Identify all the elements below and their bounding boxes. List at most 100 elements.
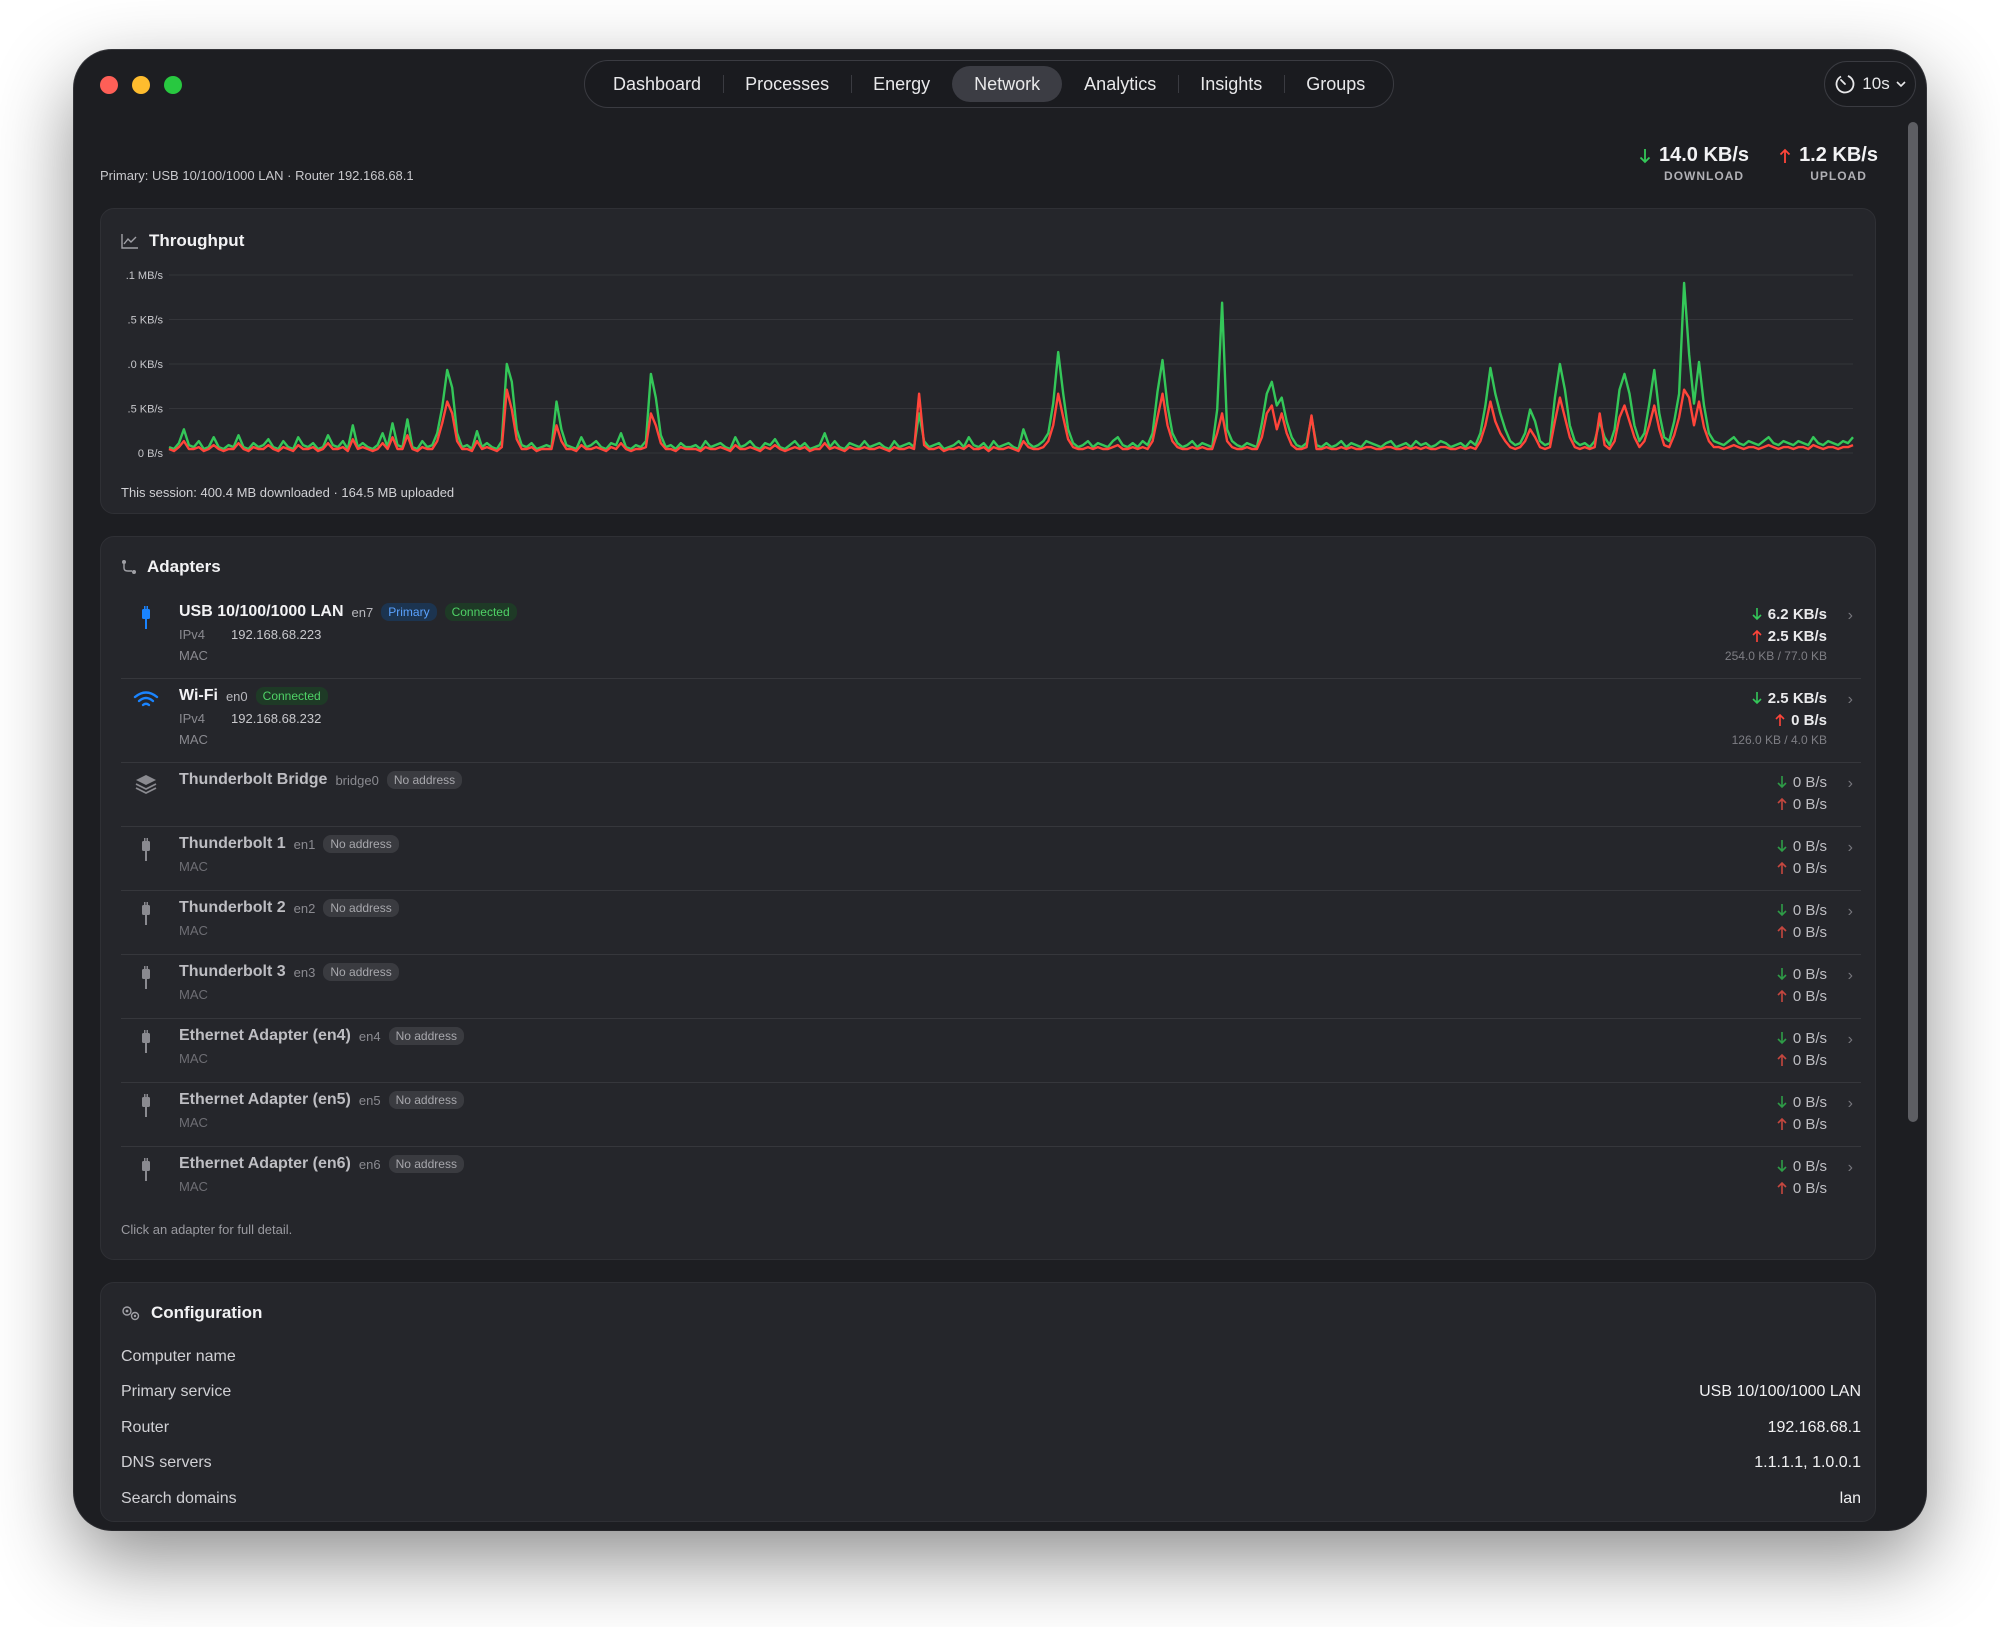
minimize-window-button[interactable] <box>132 76 150 94</box>
arrow-down-icon <box>1777 1160 1787 1173</box>
adapter-list: USB 10/100/1000 LAN en7 Primary Connected… <box>121 595 1861 1211</box>
chevron-right-icon[interactable]: › <box>1848 1159 1853 1177</box>
adapter-row[interactable]: USB 10/100/1000 LAN en7 Primary Connected… <box>121 595 1861 679</box>
arrow-up-icon <box>1777 1053 1787 1066</box>
config-row: Search domains lan <box>121 1481 1861 1517</box>
refresh-interval-button[interactable]: 10s <box>1824 61 1916 107</box>
mac-label: MAC <box>179 648 208 663</box>
adapter-name: Thunderbolt 2 <box>179 899 286 916</box>
timer-icon <box>1835 74 1855 94</box>
tab-analytics[interactable]: Analytics <box>1062 66 1178 102</box>
adapter-download-rate: 0 B/s <box>1792 901 1827 919</box>
adapter-name: Thunderbolt 3 <box>179 963 286 980</box>
chevron-right-icon[interactable]: › <box>1848 1095 1853 1113</box>
arrow-up-icon <box>1777 925 1787 938</box>
no-address-badge: No address <box>323 963 399 981</box>
tab-processes[interactable]: Processes <box>723 66 851 102</box>
chevron-right-icon[interactable]: › <box>1848 839 1853 857</box>
scrollbar[interactable] <box>1908 122 1918 1122</box>
adapter-name: Ethernet Adapter (en6) <box>179 1155 351 1172</box>
no-address-badge: No address <box>388 1091 464 1109</box>
chevron-right-icon[interactable]: › <box>1848 967 1853 985</box>
line-chart-icon <box>121 234 138 249</box>
ipv4-address: 192.168.68.223 <box>231 627 322 642</box>
config-key: DNS servers <box>121 1454 212 1472</box>
adapter-download-rate: 0 B/s <box>1792 1157 1827 1175</box>
adapter-device: en2 <box>293 900 316 916</box>
adapter-row[interactable]: Wi-Fi en0 Connected IPv4 192.168.68.232 MA… <box>121 679 1861 763</box>
upload-rate: 1.2 KB/s UPLOAD <box>1779 144 1878 183</box>
adapter-upload-rate: 0 B/s <box>1792 1179 1827 1197</box>
close-window-button[interactable] <box>100 76 118 94</box>
arrow-down-icon <box>1752 608 1762 621</box>
arrow-down-icon <box>1639 148 1651 163</box>
mac-label: MAC <box>179 732 208 747</box>
chevron-right-icon[interactable]: › <box>1848 775 1853 793</box>
ipv4-address: 192.168.68.232 <box>231 711 322 726</box>
upload-rate-value: 1.2 KB/s <box>1799 144 1878 166</box>
chevron-right-icon[interactable]: › <box>1848 1031 1853 1049</box>
tab-groups[interactable]: Groups <box>1284 66 1387 102</box>
y-tick-label: .1 MB/s <box>126 270 164 282</box>
config-key: Search domains <box>121 1489 237 1507</box>
chevron-right-icon[interactable]: › <box>1848 607 1853 625</box>
arrow-up-icon <box>1779 148 1791 163</box>
adapter-row[interactable]: Ethernet Adapter (en6) en6 No address MA… <box>121 1147 1861 1211</box>
adapter-row[interactable]: Thunderbolt Bridge bridge0 No address 0 … <box>121 763 1861 827</box>
arrow-down-icon <box>1777 904 1787 917</box>
adapter-row[interactable]: Thunderbolt 3 en3 No address MAC 0 B/s 0… <box>121 955 1861 1019</box>
adapter-device: en1 <box>293 836 316 852</box>
ipv4-label: IPv4 <box>179 627 206 642</box>
download-rate-caption: DOWNLOAD <box>1664 169 1745 183</box>
chevron-right-icon[interactable]: › <box>1848 903 1853 921</box>
adapter-device: en6 <box>358 1156 381 1172</box>
adapter-download-rate: 6.2 KB/s <box>1767 605 1827 623</box>
zoom-window-button[interactable] <box>164 76 182 94</box>
adapter-name: Thunderbolt 1 <box>179 835 286 852</box>
tab-energy[interactable]: Energy <box>851 66 952 102</box>
chevron-right-icon[interactable]: › <box>1848 691 1853 709</box>
connected-badge: Connected <box>255 687 328 705</box>
config-value[interactable]: USB 10/100/1000 LAN <box>1699 1383 1861 1401</box>
session-totals: This session: 400.4 MB downloaded · 164.… <box>121 485 455 500</box>
adapter-device: en3 <box>293 964 316 980</box>
arrow-up-icon <box>1777 797 1787 810</box>
tab-dashboard[interactable]: Dashboard <box>591 66 723 102</box>
adapter-row[interactable]: Thunderbolt 1 en1 No address MAC 0 B/s 0… <box>121 827 1861 891</box>
adapter-upload-rate: 0 B/s <box>1791 711 1827 729</box>
tab-insights[interactable]: Insights <box>1178 66 1284 102</box>
configuration-list: Computer name Primary service USB 10/100/1… <box>121 1339 1861 1517</box>
config-key: Computer name <box>121 1347 236 1365</box>
config-value[interactable]: 1.1.1.1, 1.0.0.1 <box>1754 1454 1861 1472</box>
adapter-row[interactable]: Thunderbolt 2 en2 No address MAC 0 B/s 0… <box>121 891 1861 955</box>
mac-label: MAC <box>179 987 208 1002</box>
config-value[interactable]: lan <box>1840 1490 1861 1508</box>
y-tick-label: 0 B/s <box>138 448 164 460</box>
adapter-name: Wi-Fi <box>179 687 218 704</box>
throughput-card: Throughput .1 MB/s .5 KB/s .0 KB/s .5 KB/s 0… <box>100 208 1876 514</box>
ethernet-plug-icon <box>131 1093 161 1123</box>
config-value[interactable]: 192.168.68.1 <box>1768 1419 1861 1437</box>
adapter-row[interactable]: Ethernet Adapter (en5) en5 No address MA… <box>121 1083 1861 1147</box>
ethernet-plug-icon <box>131 837 161 867</box>
y-tick-label: .0 KB/s <box>128 359 164 371</box>
arrow-up-icon <box>1777 1181 1787 1194</box>
arrow-up-icon <box>1752 629 1762 642</box>
tab-network[interactable]: Network <box>952 66 1063 102</box>
configuration-card: Configuration Computer name Primary servi… <box>100 1282 1876 1522</box>
primary-info: Primary: USB 10/100/1000 LAN · Router 19… <box>100 168 414 183</box>
arrow-up-icon <box>1777 989 1787 1002</box>
adapter-device: en0 <box>225 688 248 704</box>
adapter-download-rate: 0 B/s <box>1792 1029 1827 1047</box>
mac-label: MAC <box>179 923 208 938</box>
y-tick-label: .5 KB/s <box>128 404 164 416</box>
arrow-down-icon <box>1777 840 1787 853</box>
adapter-upload-rate: 0 B/s <box>1792 923 1827 941</box>
adapter-device: en4 <box>358 1028 381 1044</box>
throughput-title: Throughput <box>149 231 245 250</box>
adapter-download-rate: 0 B/s <box>1792 837 1827 855</box>
adapter-row[interactable]: Ethernet Adapter (en4) en4 No address MA… <box>121 1019 1861 1083</box>
primary-badge: Primary <box>381 603 437 621</box>
mac-label: MAC <box>179 1051 208 1066</box>
no-address-badge: No address <box>388 1155 464 1173</box>
